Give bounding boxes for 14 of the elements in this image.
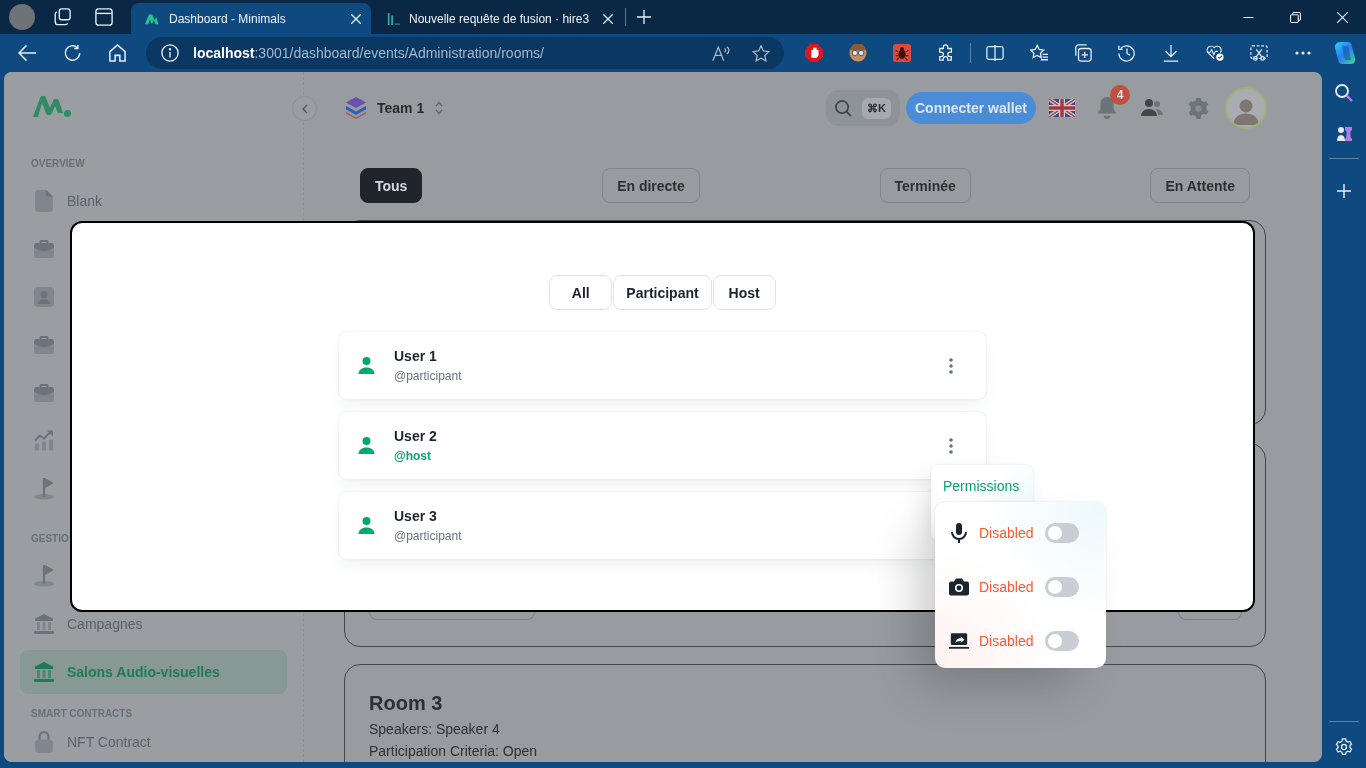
- user-name: User 3: [394, 507, 437, 525]
- user-name: User 1: [394, 347, 437, 365]
- room-title: Room 3: [369, 691, 443, 715]
- permission-status: Disabled: [979, 579, 1034, 595]
- shortcut-hint: ⌘K: [861, 97, 891, 119]
- room-detail: Speakers: Speaker 4: [369, 720, 500, 739]
- user-role: @host: [394, 448, 432, 464]
- user-role: @participant: [394, 368, 462, 384]
- user-name: User 2: [394, 427, 437, 445]
- permission-status: Disabled: [979, 633, 1034, 649]
- permission-status: Disabled: [979, 525, 1034, 541]
- room-detail: Participation Criteria: Open: [369, 742, 538, 761]
- user-role: @participant: [394, 528, 462, 544]
- notification-badge: 4: [1110, 85, 1130, 105]
